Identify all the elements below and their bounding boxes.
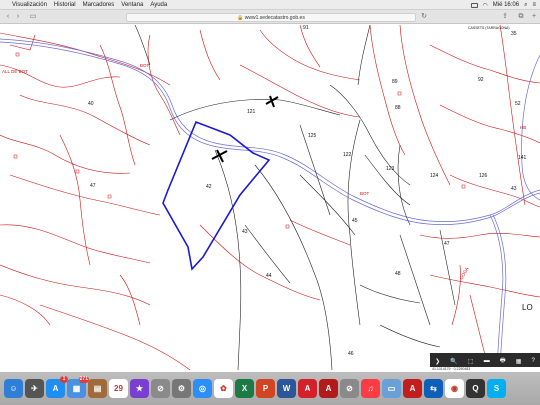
share-icon[interactable]: ⇪ — [500, 13, 510, 21]
grid-icon[interactable]: ▦ — [516, 358, 522, 365]
dock-acrobat-icon[interactable]: A — [319, 379, 338, 398]
battery-icon[interactable] — [470, 2, 478, 8]
road-lines — [0, 38, 540, 370]
dock-no-entry-icon[interactable]: ⊘ — [151, 379, 170, 398]
map-canvas[interactable]: 91 40 47 42 43 44 46 45 125 122 123 124 … — [0, 25, 540, 370]
dock-image-icon[interactable]: ▦ 271 — [67, 376, 89, 398]
parcel-label: 43 — [242, 229, 248, 235]
dock-skype-icon[interactable]: S — [487, 379, 506, 398]
clock[interactable]: Mié 16:06 — [493, 2, 519, 8]
x-marks — [211, 95, 279, 163]
tabs-icon[interactable]: ⧉ — [516, 13, 526, 21]
search-icon[interactable]: ⌕ — [524, 2, 527, 9]
dock-music-icon[interactable]: ♫ — [361, 379, 380, 398]
parcel-number-labels: 91 40 47 42 43 44 46 45 125 122 123 124 … — [88, 25, 527, 357]
parcel-label: 47 — [444, 241, 450, 247]
menubar: Visualización Historial Marcadores Venta… — [0, 0, 540, 10]
dock-teamviewer-icon[interactable]: ⇆ — [424, 379, 443, 398]
place-label: LO — [522, 303, 533, 312]
dock-imovie-icon[interactable]: ★ — [130, 379, 149, 398]
help-icon[interactable]: ? — [532, 358, 535, 364]
parcel-label: 125 — [308, 133, 317, 139]
parcel-label: 141 — [518, 155, 527, 161]
menu-bookmarks[interactable]: Marcadores — [83, 2, 115, 8]
dock-calendar-icon[interactable]: 29 — [109, 379, 128, 398]
browser-toolbar: ‹ › ▭ 🔒 www1.sedecatastro.gob.es ↻ ⇪ ⧉ + — [0, 10, 540, 24]
url-text: www1.sedecatastro.gob.es — [244, 15, 305, 21]
dock-app-store-icon[interactable]: A1 — [46, 376, 68, 398]
place-label: ALL DE BOT — [2, 69, 28, 74]
dock-safari-icon[interactable]: ◎ — [193, 379, 212, 398]
road-label: BOT — [360, 191, 370, 196]
menubar-status-area: ◠ Mié 16:06 ⌕ ≡ — [470, 0, 536, 10]
print-icon[interactable]: 🖶 — [500, 356, 506, 366]
expand-icon[interactable]: ❯ — [435, 358, 440, 365]
parcel-label: 126 — [479, 173, 488, 179]
back-icon[interactable]: ‹ — [4, 13, 12, 21]
parcel-label: 35 — [511, 31, 517, 37]
reload-icon[interactable]: ↻ — [420, 13, 428, 21]
dock-word-icon[interactable]: W — [277, 379, 296, 398]
dock-acrobat-icon[interactable]: A — [298, 379, 317, 398]
lock-icon: 🔒 — [237, 15, 245, 21]
cadastral-map[interactable]: 91 40 47 42 43 44 46 45 125 122 123 124 … — [0, 25, 540, 370]
dock-no-entry-icon[interactable]: ⊘ — [340, 379, 359, 398]
dock-notes-icon[interactable]: ▤ — [88, 379, 107, 398]
parcel-label: 43 — [511, 186, 517, 192]
parcel-label: 48 — [395, 271, 401, 277]
parcel-label: 46 — [348, 351, 354, 357]
parcel-lines-black — [134, 25, 456, 370]
parcel-label: 42 — [206, 184, 212, 190]
dock: ☺ ✈ A 1 ▦ 271 ▤ 29 ★ ⊘ ⚙ ◎ ✿ X P W A A ⊘ ♫ ▭ A ⇆ ◉ Q S — [0, 372, 540, 405]
parcel-label: 47 — [90, 183, 96, 189]
add-tab-icon[interactable]: + — [530, 13, 538, 21]
place-label: CASSETS (TARRAGONA) — [468, 26, 510, 30]
menu-list-icon[interactable]: ≡ — [532, 2, 536, 8]
zoom-icon[interactable]: 🔍 — [450, 358, 457, 365]
dock-preview-icon[interactable]: ▭ — [382, 379, 401, 398]
parcel-label: 40 — [88, 101, 94, 107]
select-area-icon[interactable]: ⬚ — [468, 358, 474, 365]
parcel-label: 92 — [478, 77, 484, 83]
parcel-label: 121 — [247, 109, 256, 115]
menu-window[interactable]: Ventana — [121, 2, 143, 8]
dock-finder-icon[interactable]: ☺ — [4, 379, 23, 398]
sidebar-icon[interactable]: ▭ — [28, 13, 38, 21]
parcel-boundaries — [0, 25, 540, 370]
parcel-label: 88 — [395, 105, 401, 111]
menu-view[interactable]: Visualización — [12, 2, 47, 8]
menu-history[interactable]: Historial — [54, 2, 76, 8]
menu-help[interactable]: Ayuda — [150, 2, 167, 8]
parcel-label: 123 — [386, 166, 395, 172]
dock-excel-icon[interactable]: X — [235, 379, 254, 398]
wifi-icon[interactable]: ◠ — [483, 2, 488, 9]
dock-system-preferences-icon[interactable]: ⚙ — [172, 379, 191, 398]
dock-powerpoint-icon[interactable]: P — [256, 379, 275, 398]
dock-photos-icon[interactable]: ✿ — [214, 379, 233, 398]
place-labels: ALL DE BOT LO CASSETS (TARRAGONA) — [2, 26, 533, 312]
road-label: BOT — [140, 63, 150, 68]
forward-icon[interactable]: › — [14, 13, 22, 21]
selected-parcel-outline[interactable] — [162, 120, 271, 271]
road-label: HB — [520, 125, 526, 130]
measure-icon[interactable]: ▬ — [484, 358, 490, 364]
parcel-label: 44 — [266, 273, 272, 279]
dock-chrome-icon[interactable]: ◉ — [445, 379, 464, 398]
road-labels: BOT BOT GOGA HB — [140, 63, 526, 281]
address-bar[interactable]: 🔒 www1.sedecatastro.gob.es — [126, 13, 416, 22]
dock-launchpad-icon[interactable]: ✈ — [25, 379, 44, 398]
parcel-label: 124 — [430, 173, 439, 179]
dock-quicktime-icon[interactable]: Q — [466, 379, 485, 398]
parcel-label: 52 — [515, 101, 521, 107]
parcel-label: 91 — [303, 25, 309, 31]
parcel-label: 45 — [352, 218, 358, 224]
parcel-label: 89 — [392, 79, 398, 85]
parcel-label: 122 — [343, 152, 352, 158]
dock-acrobat-icon[interactable]: A — [403, 379, 422, 398]
